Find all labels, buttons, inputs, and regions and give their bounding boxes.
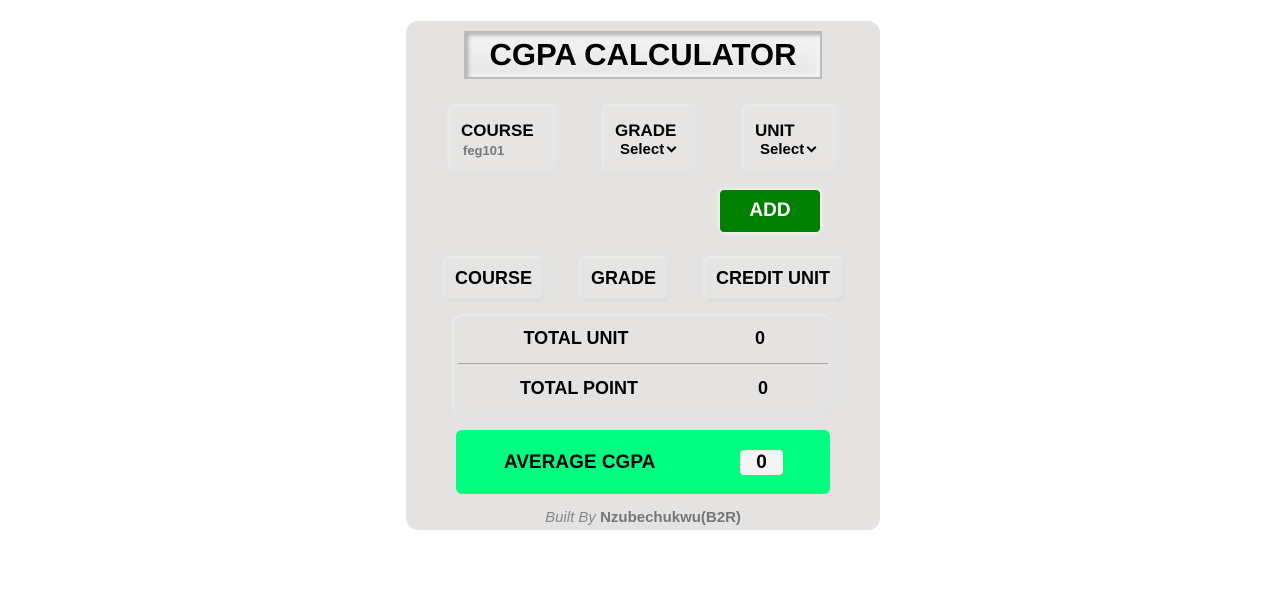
total-point-value: 0 [758,378,769,398]
totals-panel: TOTAL UNIT 0 TOTAL POINT 0 [454,316,830,412]
average-cgpa-banner: AVERAGE CGPA 0 [456,430,830,494]
chevron-down-icon [806,142,817,153]
grade-select[interactable]: GRADE Select [604,106,696,170]
footer-author: Nzubechukwu(B2R) [600,509,741,526]
total-unit-value: 0 [755,328,766,348]
grade-select-label: GRADE [615,121,677,140]
course-input-value[interactable]: feg101 [463,143,504,158]
footer-credit: Built By Nzubechukwu(B2R) [406,509,880,526]
unit-select-label: UNIT [755,121,795,140]
chevron-down-icon [666,142,677,153]
grade-select-value[interactable]: Select [620,141,677,158]
average-cgpa-label: AVERAGE CGPA [504,452,656,473]
column-header-grade: GRADE [581,258,666,298]
total-unit-row: TOTAL UNIT 0 [454,328,830,368]
average-cgpa-value: 0 [740,450,783,475]
total-unit-label: TOTAL UNIT [523,328,629,348]
total-point-label: TOTAL POINT [519,378,638,398]
column-header-credit-unit: CREDIT UNIT [705,258,841,298]
add-button[interactable]: ADD [720,190,820,232]
unit-select[interactable]: UNIT Select [744,106,836,170]
course-field-label: COURSE [461,121,534,140]
total-point-row: TOTAL POINT 0 [454,378,830,418]
unit-select-value[interactable]: Select [760,141,817,158]
column-header-course: COURSE [445,258,542,298]
unit-selected-text: Select [760,141,805,158]
grade-selected-text: Select [620,141,665,158]
course-field[interactable]: COURSE feg101 [450,106,556,170]
footer-prefix: Built By [545,509,596,526]
totals-divider [458,363,828,364]
app-title: CGPA CALCULATOR [464,31,822,79]
